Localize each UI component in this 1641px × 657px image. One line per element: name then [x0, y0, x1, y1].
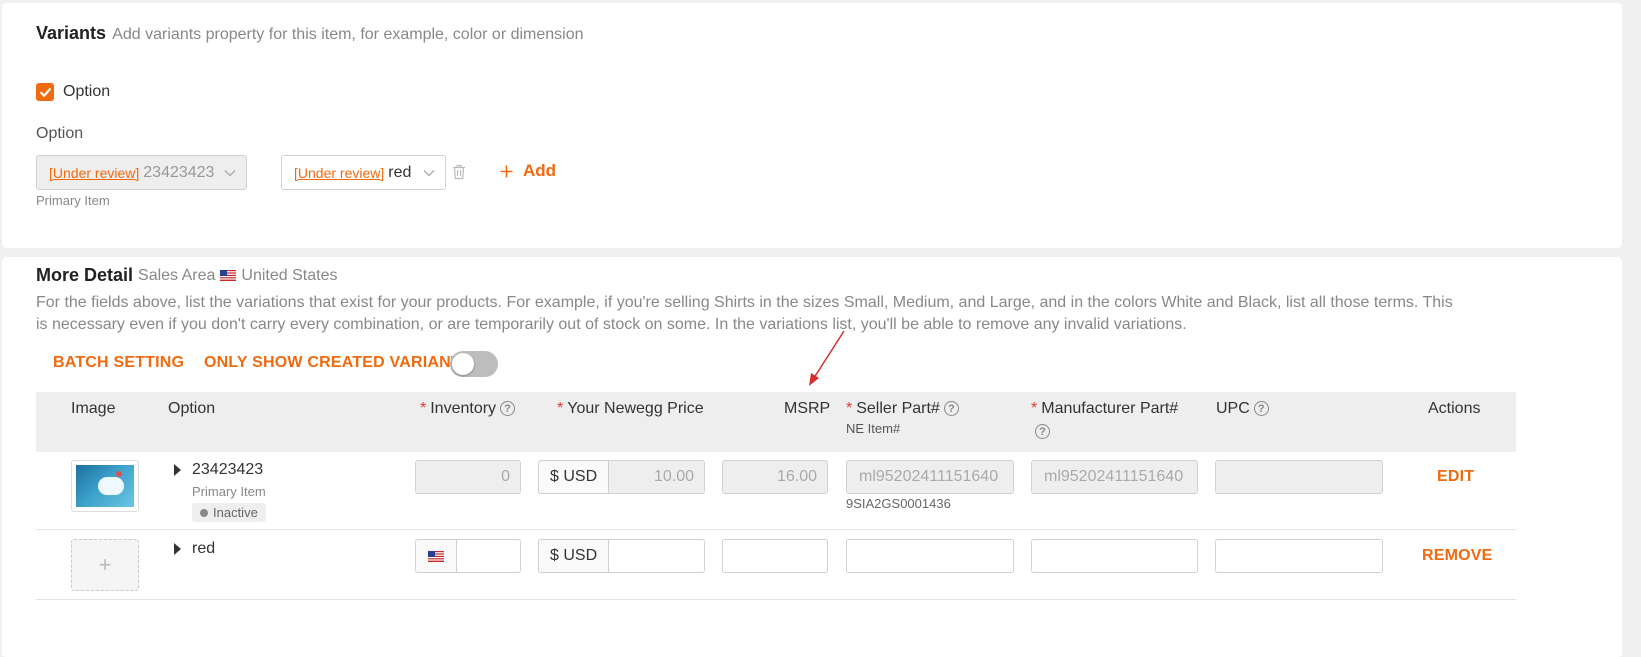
product-thumbnail[interactable]: [71, 460, 139, 512]
manufacturer-part-value: ml95202411151640: [1044, 468, 1184, 485]
currency-addon: $ USD: [539, 461, 610, 493]
header-inventory: * Inventory?: [420, 400, 516, 418]
expand-caret-icon[interactable]: [174, 464, 181, 476]
option-checkbox-label: Option: [63, 83, 111, 100]
header-inventory-label: Inventory: [430, 400, 497, 417]
more-detail-section: More Detail Sales Area United States For…: [2, 257, 1622, 657]
seller-part-value: ml95202411151640: [859, 468, 999, 485]
more-detail-title: More Detail: [36, 265, 134, 285]
header-msrp: MSRP: [784, 400, 831, 417]
status-badge-text: Inactive: [213, 505, 258, 520]
product-image: [76, 465, 134, 507]
header-manufacturer-part-label: Manufacturer Part#: [1041, 400, 1179, 417]
manufacturer-part-input[interactable]: ml95202411151640: [1031, 460, 1198, 494]
upc-input[interactable]: [1215, 539, 1383, 573]
only-show-created-toggle[interactable]: [450, 351, 498, 377]
more-detail-heading: More Detail Sales Area United States: [36, 265, 337, 286]
image-upload-placeholder[interactable]: +: [71, 539, 139, 591]
header-seller-part: * Seller Part#?: [846, 400, 959, 418]
trash-icon[interactable]: [452, 164, 466, 180]
expand-caret-icon[interactable]: [174, 543, 181, 555]
us-flag-icon: [428, 550, 444, 562]
warehouse-flag-addon[interactable]: [416, 540, 457, 572]
under-review-link[interactable]: [Under review]: [49, 165, 139, 181]
inventory-input[interactable]: 0: [415, 460, 521, 494]
row-primary-item: Primary Item: [192, 484, 266, 499]
status-badge: Inactive: [192, 503, 266, 522]
variants-heading: Variants Add variants property for this …: [36, 23, 584, 44]
chevron-down-icon: [224, 169, 236, 176]
header-ne-item: NE Item#: [846, 421, 901, 436]
variants-subtitle: Add variants property for this item, for…: [112, 26, 584, 43]
manufacturer-part-input[interactable]: [1031, 539, 1198, 573]
required-mark: *: [846, 400, 853, 417]
help-icon[interactable]: ?: [943, 401, 959, 417]
sales-area-label: Sales Area: [138, 266, 216, 284]
option-select-primary[interactable]: [Under review] 23423423: [36, 155, 247, 190]
variants-title: Variants: [36, 23, 107, 43]
help-icon[interactable]: ?: [1253, 401, 1269, 417]
msrp-value: 16.00: [776, 468, 817, 485]
only-show-created-label: ONLY SHOW CREATED VARIANTS: [204, 354, 472, 371]
batch-setting-button[interactable]: BATCH SETTING: [53, 354, 184, 372]
price-input[interactable]: $ USD: [538, 539, 705, 573]
row-divider: [36, 529, 1516, 530]
header-upc: UPC?: [1216, 400, 1269, 418]
add-option-label: Add: [523, 161, 557, 180]
seller-part-input[interactable]: [846, 539, 1014, 573]
price-input[interactable]: $ USD 10.00: [538, 460, 705, 494]
upc-input[interactable]: [1215, 460, 1383, 494]
primary-item-note: Primary Item: [36, 193, 110, 208]
option-select-value: 23423423: [143, 163, 215, 181]
header-actions: Actions: [1428, 400, 1481, 417]
header-manufacturer-part: * Manufacturer Part#: [1031, 400, 1178, 418]
option-select-value: red: [388, 163, 412, 181]
required-mark: *: [420, 400, 427, 417]
more-detail-description: For the fields above, list the variation…: [36, 294, 1453, 333]
check-icon: [39, 87, 51, 97]
header-seller-part-label: Seller Part#: [856, 400, 940, 417]
row-divider: [36, 599, 1516, 600]
plus-icon: +: [98, 552, 112, 577]
add-option-button[interactable]: Add: [500, 161, 556, 181]
plus-icon: [500, 165, 513, 177]
status-dot-icon: [200, 508, 208, 517]
inventory-value: 0: [501, 468, 510, 485]
option-select-variant[interactable]: [Under review] red: [281, 155, 446, 190]
header-price-label: Your Newegg Price: [567, 400, 704, 417]
row-option-name: red: [192, 540, 216, 557]
under-review-link[interactable]: [Under review]: [294, 165, 384, 181]
inventory-input[interactable]: [415, 539, 521, 573]
msrp-input[interactable]: [722, 539, 828, 573]
option-field-label: Option: [36, 125, 84, 142]
help-icon[interactable]: ?: [500, 401, 516, 417]
header-option: Option: [168, 400, 216, 417]
option-checkbox-row[interactable]: Option: [36, 83, 110, 101]
toggle-knob: [452, 353, 474, 375]
seller-part-input[interactable]: ml95202411151640: [846, 460, 1014, 494]
chevron-down-icon: [423, 169, 435, 176]
edit-button[interactable]: EDIT: [1437, 468, 1474, 486]
ne-item-number: 9SIA2GS0001436: [846, 496, 951, 511]
us-flag-icon: [220, 270, 237, 281]
msrp-input[interactable]: 16.00: [722, 460, 828, 494]
annotation-arrow-icon: [809, 330, 845, 386]
help-icon[interactable]: ?: [1035, 424, 1050, 439]
variants-table-header: [36, 392, 1516, 452]
currency-addon: $ USD: [539, 540, 610, 572]
header-image: Image: [71, 400, 116, 417]
header-upc-label: UPC: [1216, 400, 1250, 417]
required-mark: *: [1031, 400, 1038, 417]
remove-button[interactable]: REMOVE: [1422, 547, 1493, 565]
option-checkbox[interactable]: [36, 83, 54, 101]
row-option-name: 23423423: [192, 461, 264, 478]
price-value: 10.00: [653, 468, 694, 485]
required-mark: *: [557, 400, 564, 417]
variants-section: Variants Add variants property for this …: [2, 3, 1622, 248]
header-price: * Your Newegg Price: [557, 400, 704, 418]
country-label: United States: [241, 266, 338, 284]
